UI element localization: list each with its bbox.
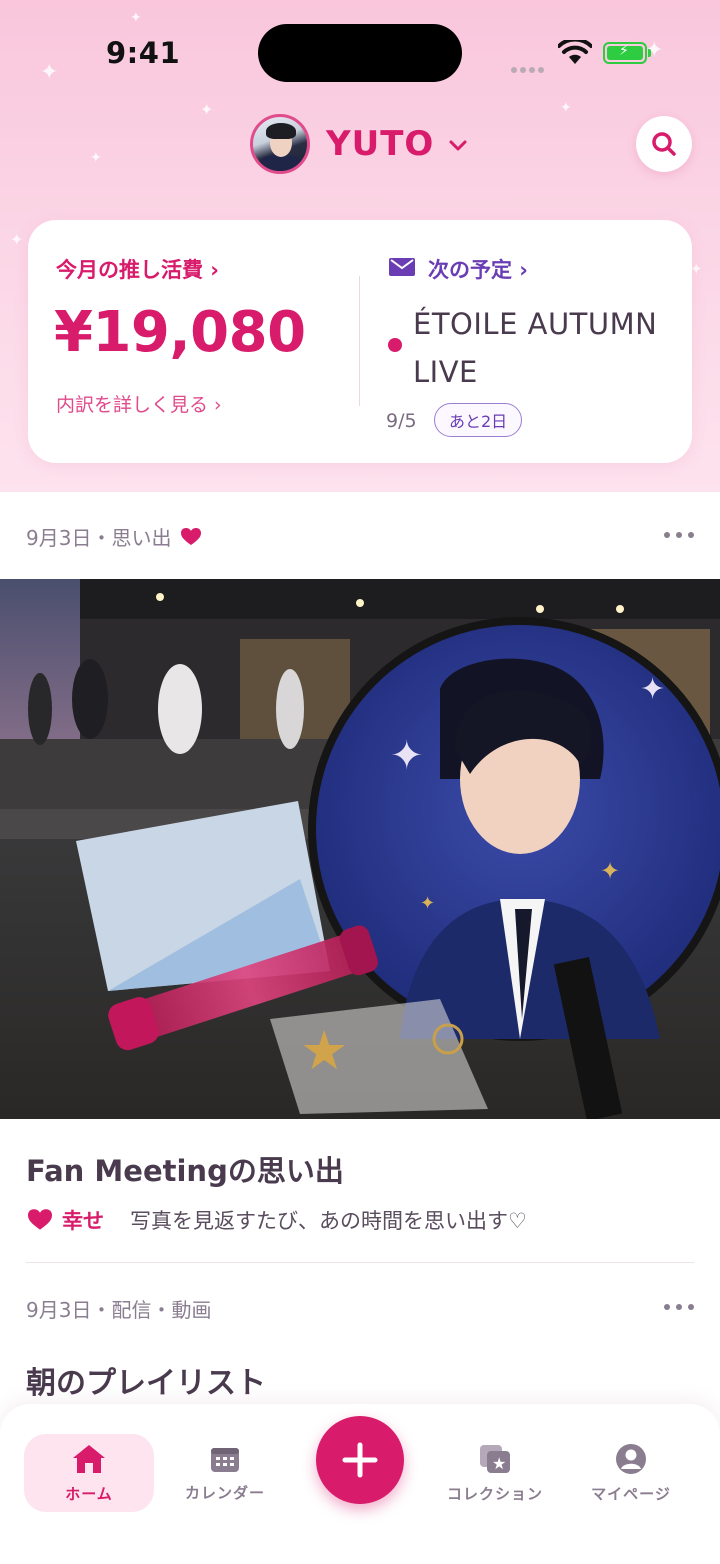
next-event-name[interactable]: ÉTOILE AUTUMN LIVE (413, 300, 673, 396)
tab-label: カレンダー (184, 1483, 265, 1502)
profile-name: YUTO (326, 124, 435, 164)
svg-text:★: ★ (300, 1019, 348, 1082)
search-button[interactable] (636, 116, 692, 172)
tab-label: ホーム (65, 1484, 113, 1503)
mail-icon (389, 258, 415, 276)
home-icon (73, 1444, 105, 1473)
profile-selector[interactable]: YUTO (250, 114, 468, 174)
user-icon (616, 1443, 646, 1474)
card-divider (359, 276, 360, 406)
more-options-button[interactable] (664, 1292, 694, 1322)
divider (26, 1262, 694, 1263)
sparkle-icon: ✦ (10, 230, 24, 249)
sparkle-icon: ✦ (560, 100, 572, 116)
status-bar: 9:41 ⚡ (0, 0, 720, 100)
tab-mypage[interactable]: マイページ (566, 1434, 696, 1512)
summary-card: 今月の推し活費 › ¥19,080 内訳を詳しく見る › 次の予定 › ÉTOI… (28, 220, 692, 463)
spend-detail-link[interactable]: 内訳を詳しく見る › (56, 390, 222, 417)
add-button[interactable] (316, 1416, 404, 1504)
plus-icon (342, 1442, 378, 1478)
post-date: 9月3日・思い出 (26, 526, 172, 550)
svg-text:✦: ✦ (640, 672, 665, 707)
tab-label: マイページ (591, 1484, 671, 1503)
bottom-tab-bar: ホーム カレンダー ★ コレクション マイページ (0, 1404, 720, 1564)
avatar (250, 114, 310, 174)
wifi-icon (558, 40, 592, 64)
mood-row: 幸せ 写真を見返すたび、あの時間を思い出す♡ (28, 1205, 527, 1235)
next-event-date: 9/5 (386, 410, 417, 432)
svg-text:✦: ✦ (420, 893, 435, 914)
post-date: 9月3日・配信・動画 (26, 1298, 212, 1322)
signal-icon (511, 58, 547, 77)
post-caption: 写真を見返すたび、あの時間を思い出す♡ (130, 1209, 527, 1233)
heart-icon (181, 527, 202, 545)
post-title[interactable]: Fan Meetingの思い出 (26, 1148, 344, 1190)
more-options-button[interactable] (664, 520, 694, 550)
calendar-icon (211, 1447, 239, 1472)
tab-calendar[interactable]: カレンダー (160, 1434, 290, 1512)
next-event-title[interactable]: 次の予定 › (428, 254, 528, 284)
heart-icon (28, 1209, 52, 1230)
tab-label: コレクション (446, 1484, 543, 1503)
post-title[interactable]: 朝のプレイリスト (26, 1358, 266, 1402)
battery-icon: ⚡ (603, 42, 651, 64)
mood-label: 幸せ (62, 1209, 104, 1233)
monthly-spend-amount: ¥19,080 (54, 300, 306, 365)
countdown-badge: あと2日 (434, 403, 523, 437)
sparkle-icon: ✦ (90, 150, 102, 166)
tab-home[interactable]: ホーム (24, 1434, 154, 1512)
sparkle-icon: ✦ (200, 100, 214, 119)
chevron-down-icon (449, 140, 467, 151)
post-meta: 9月3日・思い出 (26, 522, 202, 551)
svg-text:✦: ✦ (600, 857, 620, 885)
collection-icon: ★ (480, 1444, 510, 1473)
svg-text:★: ★ (492, 1454, 506, 1473)
memory-photo: ✦ ✦ ✦ ✦ ★ (0, 579, 720, 1119)
search-icon (652, 132, 676, 156)
status-time: 9:41 (106, 36, 181, 70)
dynamic-island (258, 24, 462, 82)
post-photo[interactable]: ✦ ✦ ✦ ✦ ★ (0, 579, 720, 1119)
event-dot (388, 338, 402, 352)
monthly-spend-title[interactable]: 今月の推し活費 › (56, 254, 219, 284)
tab-collection[interactable]: ★ コレクション (430, 1434, 560, 1512)
svg-text:✦: ✦ (390, 733, 424, 779)
